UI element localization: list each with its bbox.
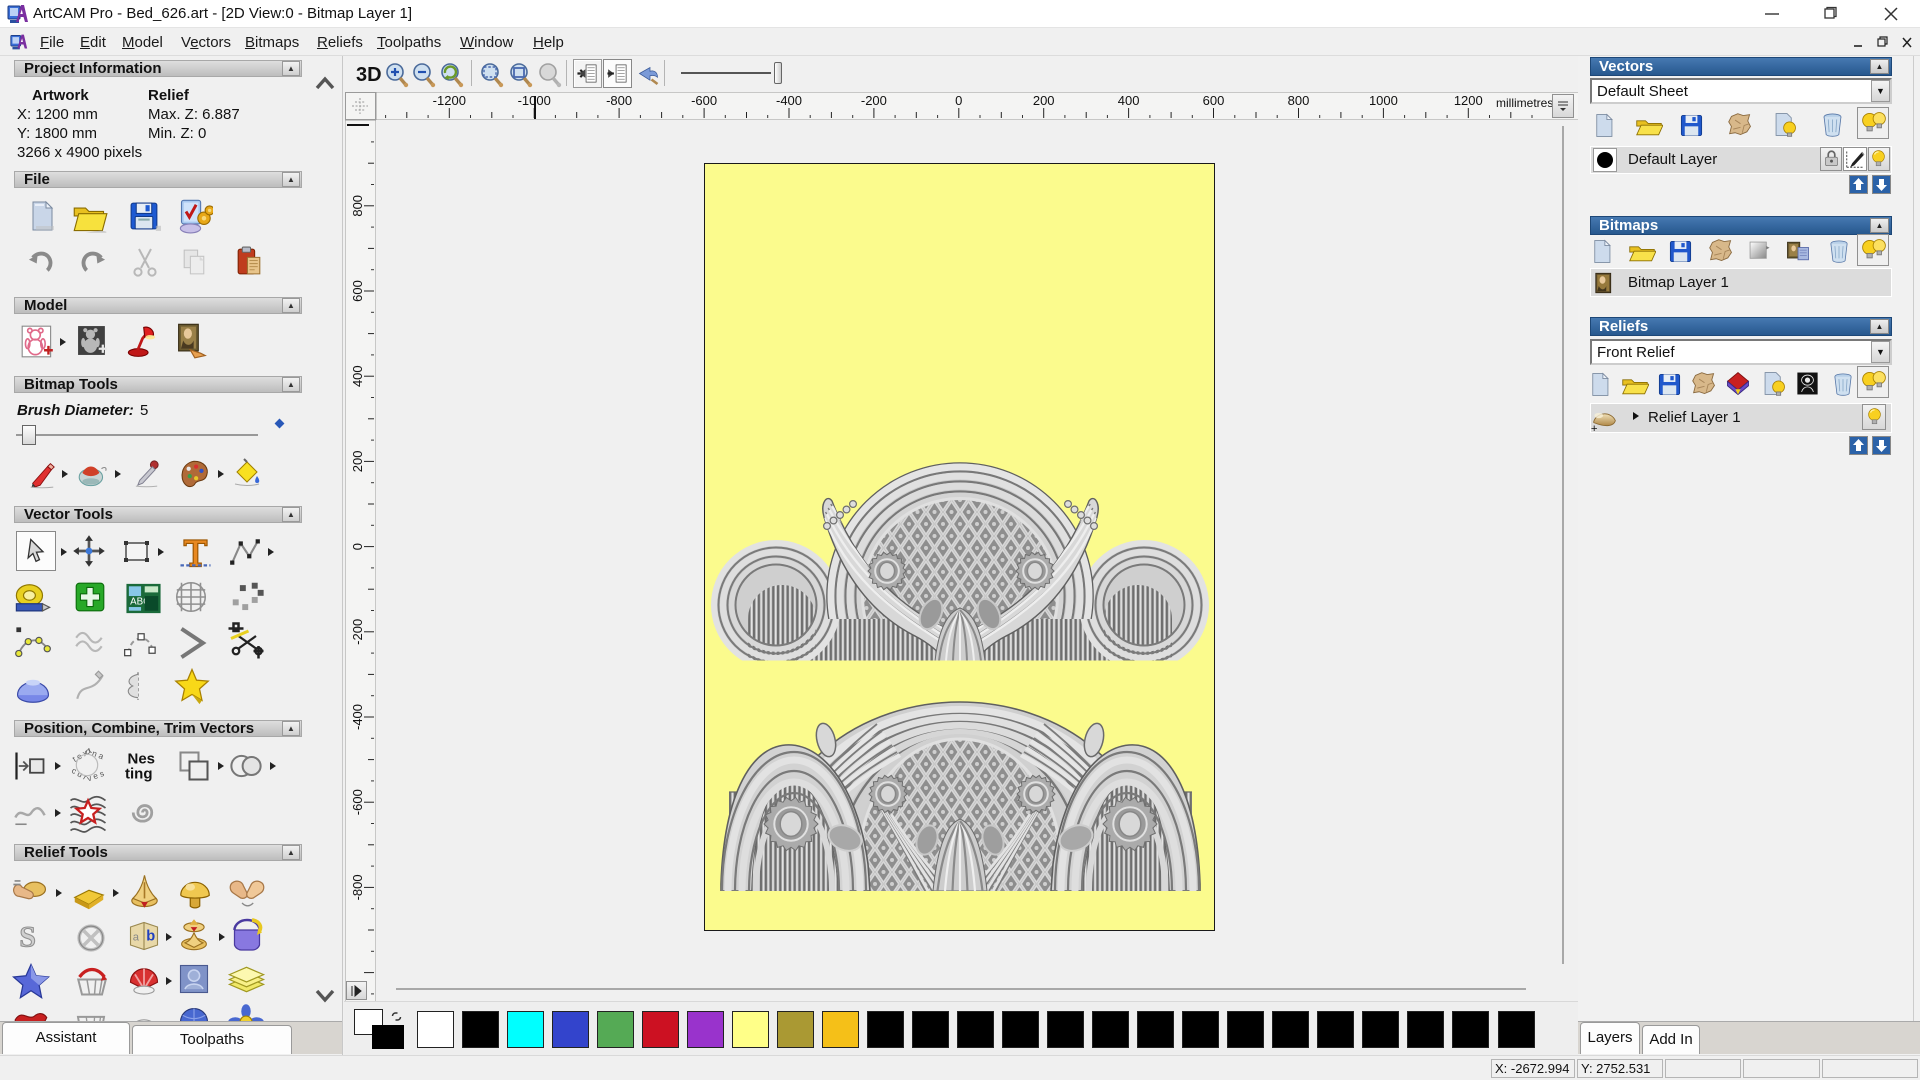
svg-text:S: S (19, 921, 36, 953)
svg-text:ting: ting (125, 766, 153, 783)
svg-text:a: a (133, 932, 140, 944)
svg-text:400: 400 (350, 365, 365, 387)
svg-text:0: 0 (955, 93, 962, 108)
svg-text:-400: -400 (350, 704, 365, 730)
svg-text:-800: -800 (350, 874, 365, 900)
svg-text:-400: -400 (776, 93, 802, 108)
svg-text:600: 600 (350, 280, 365, 302)
svg-text:-600: -600 (691, 93, 717, 108)
svg-text:1200: 1200 (1454, 93, 1483, 108)
svg-text:-200: -200 (350, 619, 365, 645)
svg-text:800: 800 (1288, 93, 1310, 108)
svg-text:200: 200 (1033, 93, 1055, 108)
svg-text:+: + (1591, 423, 1598, 433)
svg-text:200: 200 (350, 451, 365, 473)
svg-text:800: 800 (350, 195, 365, 217)
svg-text:-1200: -1200 (433, 93, 466, 108)
svg-text:600: 600 (1203, 93, 1225, 108)
svg-text:b: b (146, 929, 155, 945)
svg-text:-200: -200 (861, 93, 887, 108)
svg-text:o n a: o n a (84, 746, 105, 761)
svg-text:0: 0 (350, 543, 365, 550)
svg-text:-600: -600 (350, 789, 365, 815)
svg-text:1000: 1000 (1369, 93, 1398, 108)
svg-text:400: 400 (1118, 93, 1140, 108)
svg-text:-800: -800 (606, 93, 632, 108)
